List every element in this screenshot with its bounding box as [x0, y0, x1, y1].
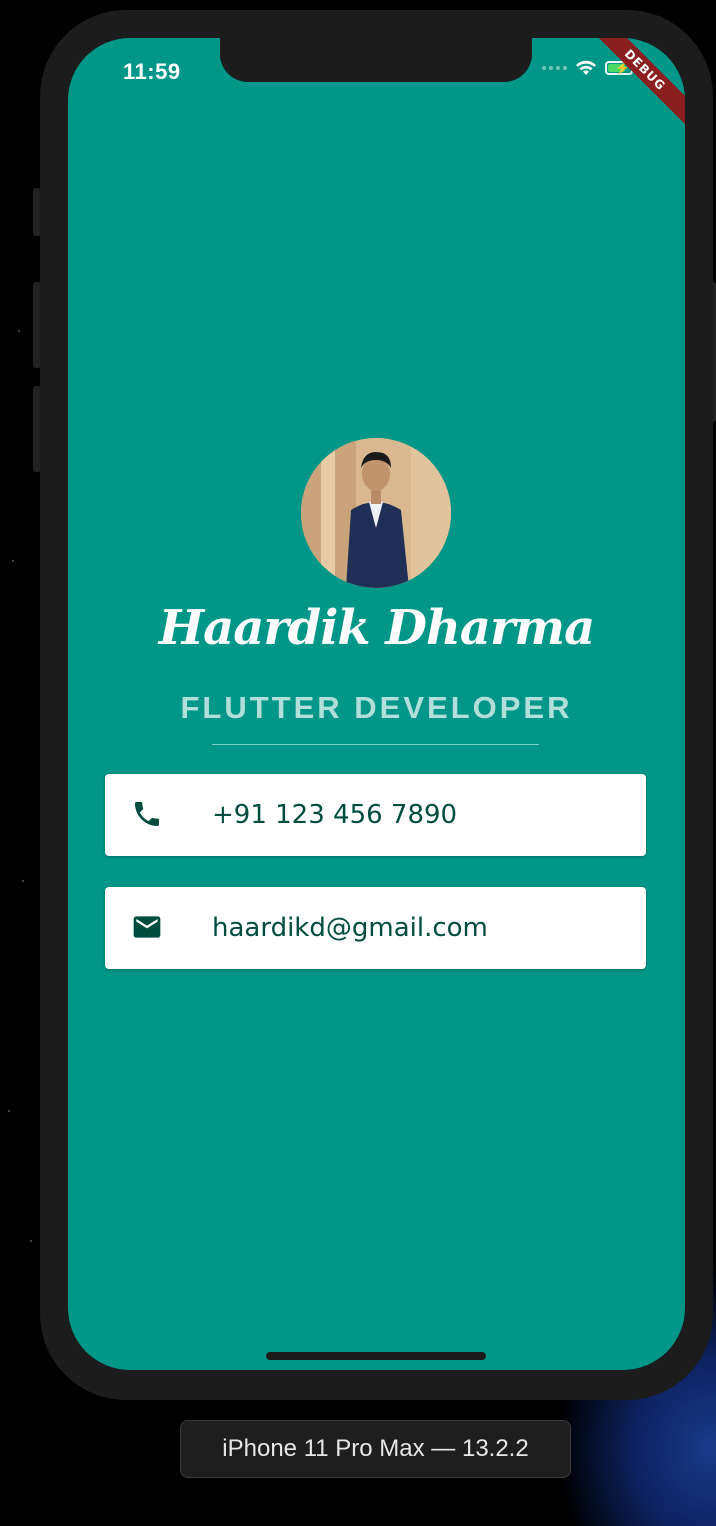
app-screen: 11:59 ⚡ DEBUG Haardik Dharma FLUTTER DEV…: [68, 38, 685, 1370]
profile-name: Haardik Dharma: [158, 600, 595, 656]
person-photo-icon: [301, 438, 451, 588]
phone-card[interactable]: +91 123 456 7890: [105, 774, 646, 856]
device-frame: 11:59 ⚡ DEBUG Haardik Dharma FLUTTER DEV…: [40, 10, 713, 1400]
status-time: 11:59: [123, 59, 181, 84]
email-address: haardikd@gmail.com: [212, 913, 488, 943]
debug-banner: DEBUG: [581, 38, 685, 134]
phone-icon: [135, 802, 159, 826]
notch: [220, 38, 532, 82]
status-icons: ⚡: [542, 60, 633, 76]
profile-photo: [301, 438, 451, 588]
home-indicator[interactable]: [266, 1352, 486, 1360]
signal-dots-icon: [542, 66, 567, 70]
email-card[interactable]: haardikd@gmail.com: [105, 887, 646, 969]
mail-icon: [133, 916, 161, 938]
divider: [212, 744, 539, 745]
simulator-device-label: iPhone 11 Pro Max — 13.2.2: [180, 1420, 571, 1478]
profile-title: FLUTTER DEVELOPER: [180, 690, 573, 725]
wifi-icon: [576, 60, 596, 75]
phone-number: +91 123 456 7890: [212, 800, 458, 830]
